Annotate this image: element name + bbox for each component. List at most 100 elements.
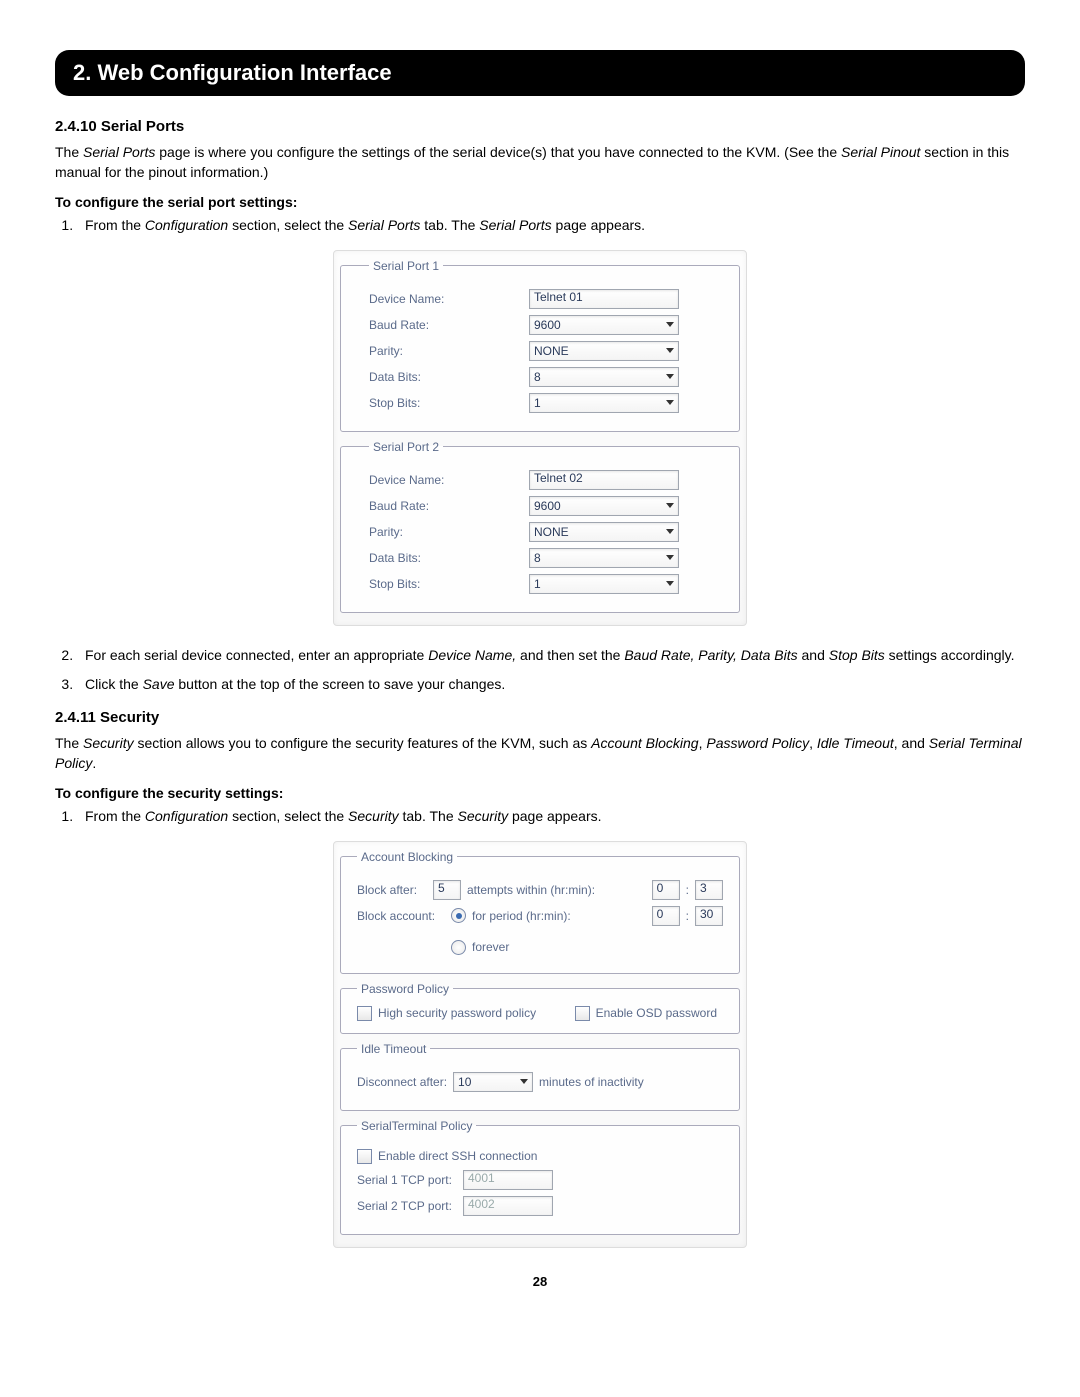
v: NONE — [534, 344, 569, 358]
stop-bits-label: Stop Bits: — [369, 396, 529, 410]
v: NONE — [534, 525, 569, 539]
security-sub-heading: To configure the security settings: — [55, 785, 1025, 801]
account-blocking-group: Account Blocking Block after: 5 attempts… — [340, 850, 740, 974]
t: settings accordingly. — [885, 647, 1015, 663]
serial-step-1: From the Configuration section, select t… — [77, 216, 1025, 236]
chevron-down-icon — [666, 374, 674, 379]
t: , and — [894, 735, 929, 751]
disconnect-after-select[interactable]: 10 — [453, 1072, 533, 1092]
t: From the — [85, 808, 145, 824]
t: section allows you to configure the secu… — [134, 735, 592, 751]
v: 9600 — [534, 318, 561, 332]
serial-steps-list: From the Configuration section, select t… — [55, 216, 1025, 236]
t: Security — [348, 808, 399, 824]
t: Configuration — [145, 808, 228, 824]
t: Serial Ports — [348, 217, 420, 233]
osd-password-checkbox[interactable]: Enable OSD password — [575, 1006, 717, 1021]
serial-step-3: Click the Save button at the top of the … — [77, 675, 1025, 695]
t: Account Blocking — [591, 735, 698, 751]
t: . — [92, 755, 96, 771]
serial2-port-input[interactable]: 4002 — [463, 1196, 553, 1216]
serial-intro-paragraph: The Serial Ports page is where you confi… — [55, 143, 1025, 182]
t: and then set the — [516, 647, 624, 663]
block-after-label: Block after: — [357, 883, 427, 897]
t: Serial Ports — [83, 144, 155, 160]
t: Serial Ports — [479, 217, 551, 233]
attempts-hr-input[interactable]: 0 — [652, 880, 680, 900]
stop-bits-select[interactable]: 1 — [529, 393, 679, 413]
t: Device Name, — [428, 647, 516, 663]
v: 8 — [534, 370, 541, 384]
serial-sub-heading: To configure the serial port settings: — [55, 194, 1025, 210]
chevron-down-icon — [666, 348, 674, 353]
idle-timeout-group: Idle Timeout Disconnect after: 10 minute… — [340, 1042, 740, 1111]
t: page appears. — [552, 217, 645, 233]
for-period-radio[interactable]: for period (hr:min): — [451, 908, 571, 923]
stop-bits-select[interactable]: 1 — [529, 574, 679, 594]
page-number: 28 — [55, 1274, 1025, 1289]
forever-radio[interactable]: forever — [451, 940, 509, 955]
attempts-within-label: attempts within (hr:min): — [467, 883, 646, 897]
block-account-label: Block account: — [357, 909, 445, 923]
v: 1 — [534, 396, 541, 410]
t: For each serial device connected, enter … — [85, 647, 428, 663]
device-name-input[interactable]: Telnet 01 — [529, 289, 679, 309]
device-name-label: Device Name: — [369, 292, 529, 306]
device-name-input[interactable]: Telnet 02 — [529, 470, 679, 490]
checkbox-icon — [357, 1149, 372, 1164]
security-step-1: From the Configuration section, select t… — [77, 807, 1025, 827]
chevron-down-icon — [666, 322, 674, 327]
parity-select[interactable]: NONE — [529, 341, 679, 361]
parity-select[interactable]: NONE — [529, 522, 679, 542]
radio-icon — [451, 908, 466, 923]
serial1-port-label: Serial 1 TCP port: — [357, 1173, 457, 1187]
for-period-label: for period (hr:min): — [472, 909, 571, 923]
serial-step-2: For each serial device connected, enter … — [77, 646, 1025, 666]
t: Idle Timeout — [817, 735, 894, 751]
t: button at the top of the screen to save … — [175, 676, 506, 692]
t: The — [55, 735, 83, 751]
t: Stop Bits — [829, 647, 885, 663]
chapter-title-bar: 2. Web Configuration Interface — [55, 50, 1025, 96]
device-name-label: Device Name: — [369, 473, 529, 487]
enable-ssh-checkbox[interactable]: Enable direct SSH connection — [357, 1149, 537, 1164]
disconnect-after-label: Disconnect after: — [357, 1075, 447, 1089]
parity-label: Parity: — [369, 525, 529, 539]
block-after-input[interactable]: 5 — [433, 880, 461, 900]
radio-icon — [451, 940, 466, 955]
serial-port-2-group: Serial Port 2 Device Name: Telnet 02 Bau… — [340, 440, 740, 613]
t: page is where you configure the settings… — [155, 144, 841, 160]
serial-terminal-policy-legend: SerialTerminal Policy — [357, 1119, 476, 1133]
data-bits-select[interactable]: 8 — [529, 367, 679, 387]
data-bits-select[interactable]: 8 — [529, 548, 679, 568]
t: page appears. — [508, 808, 601, 824]
t: section, select the — [228, 217, 348, 233]
osd-password-label: Enable OSD password — [596, 1006, 717, 1020]
for-period-hr-input[interactable]: 0 — [652, 906, 680, 926]
forever-label: forever — [472, 940, 509, 954]
security-intro-paragraph: The Security section allows you to confi… — [55, 734, 1025, 773]
v: 10 — [458, 1075, 471, 1089]
password-policy-legend: Password Policy — [357, 982, 453, 996]
chevron-down-icon — [666, 529, 674, 534]
serial2-port-label: Serial 2 TCP port: — [357, 1199, 457, 1213]
chevron-down-icon — [666, 503, 674, 508]
serial-port-2-legend: Serial Port 2 — [369, 440, 443, 454]
checkbox-icon — [575, 1006, 590, 1021]
serial-steps-list-2: For each serial device connected, enter … — [55, 646, 1025, 695]
baud-rate-select[interactable]: 9600 — [529, 496, 679, 516]
attempts-min-input[interactable]: 3 — [695, 880, 723, 900]
time-sep: : — [686, 883, 689, 897]
baud-rate-select[interactable]: 9600 — [529, 315, 679, 335]
t: Security — [458, 808, 509, 824]
t: section, select the — [228, 808, 348, 824]
for-period-min-input[interactable]: 30 — [695, 906, 723, 926]
serial1-port-input[interactable]: 4001 — [463, 1170, 553, 1190]
high-security-checkbox[interactable]: High security password policy — [357, 1006, 536, 1021]
serial-port-1-group: Serial Port 1 Device Name: Telnet 01 Bau… — [340, 259, 740, 432]
minutes-inactivity-label: minutes of inactivity — [539, 1075, 644, 1089]
parity-label: Parity: — [369, 344, 529, 358]
data-bits-label: Data Bits: — [369, 551, 529, 565]
chevron-down-icon — [666, 555, 674, 560]
t: Security — [83, 735, 134, 751]
